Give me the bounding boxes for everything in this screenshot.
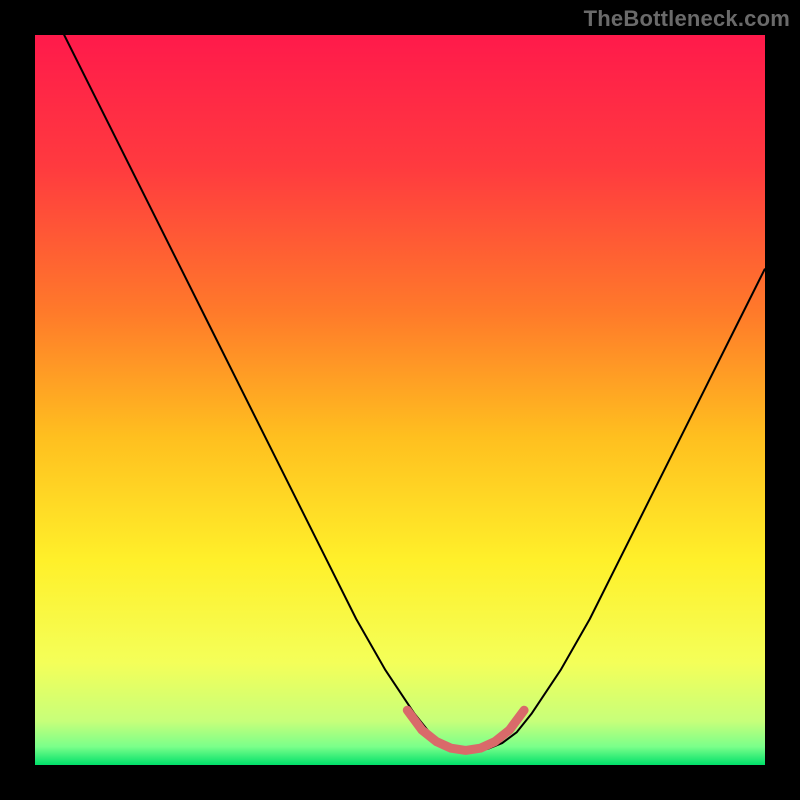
chart-background <box>35 35 765 765</box>
watermark-text: TheBottleneck.com <box>584 6 790 32</box>
chart-plot-area <box>35 35 765 765</box>
chart-svg <box>35 35 765 765</box>
chart-frame: TheBottleneck.com <box>0 0 800 800</box>
